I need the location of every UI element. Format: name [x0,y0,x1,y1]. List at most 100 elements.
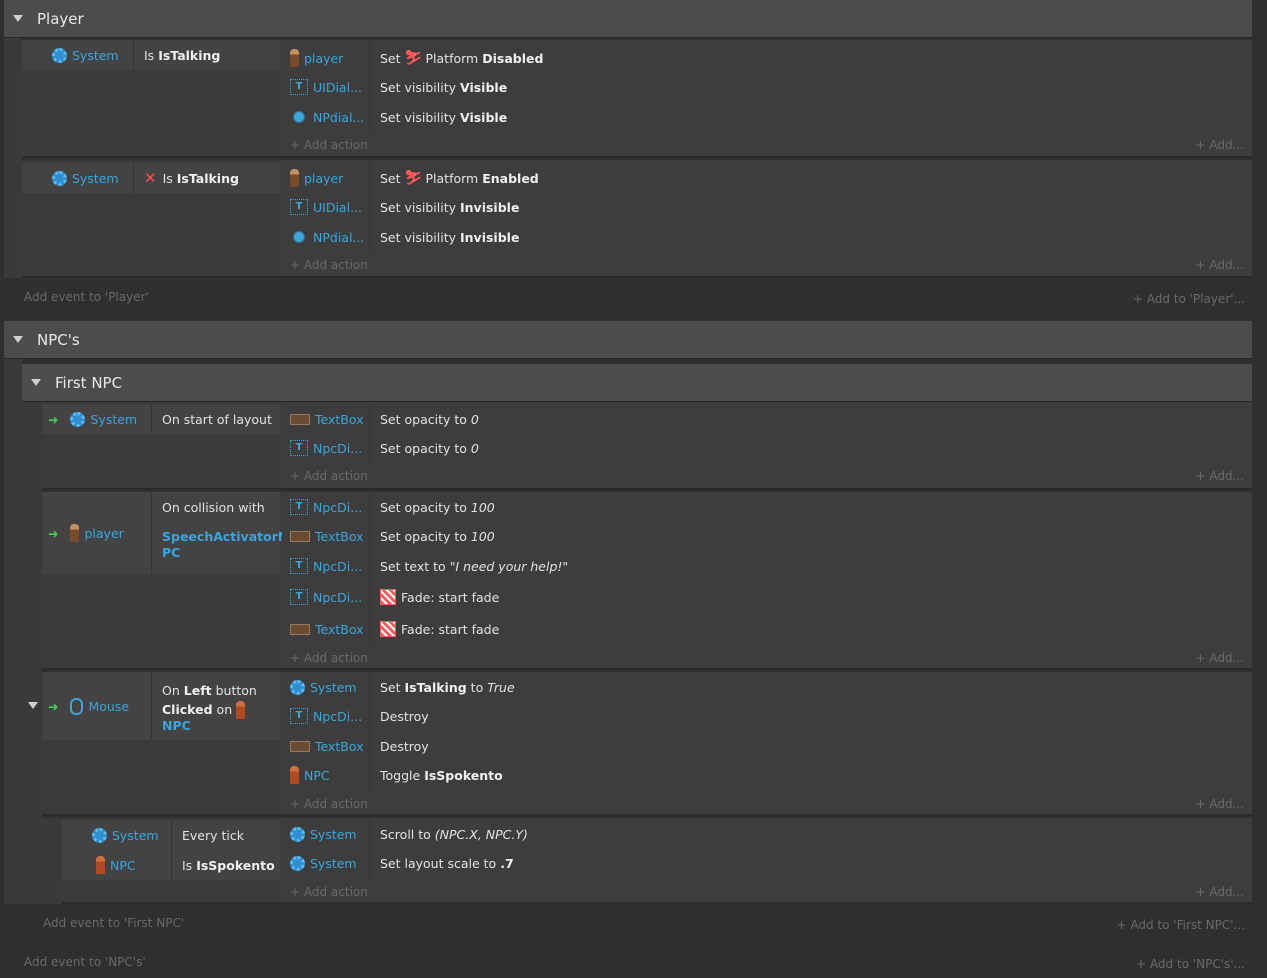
add-action-link[interactable]: + Add action [290,797,368,811]
gear-icon [290,855,305,871]
condition-object[interactable]: NPC [62,850,172,880]
action[interactable]: TextBox Destroy [282,731,1252,761]
text-object-icon: T [290,558,308,574]
condition-object[interactable]: System [62,820,172,850]
action[interactable]: System Set layout scale to .7 [282,848,1252,878]
action[interactable]: T NpcDi... Destroy [282,701,1252,731]
platform-icon: ⛷ [404,50,423,66]
add-event-link[interactable]: Add event to 'Player' [24,290,149,304]
action[interactable]: T UIDial... Set visibility Visible [282,72,1252,102]
action[interactable]: NPdial... Set visibility Visible [282,102,1252,132]
group-header-npcs[interactable]: NPC's [4,321,1252,359]
collapse-arrow-icon[interactable] [13,15,23,22]
add-link[interactable]: + Add... [1195,651,1244,665]
gear-icon [70,411,86,427]
trigger-arrow-icon: ➜ [48,698,59,714]
event-row[interactable]: System ✕ Is IsTalking player Set ⛷ Platfor… [22,160,1252,278]
action[interactable]: System Set IsTalking to True [282,672,1252,702]
collapse-arrow-icon[interactable] [28,702,38,709]
group-title: First NPC [55,373,123,392]
fade-behavior-icon [380,621,396,637]
group-rail [4,359,22,904]
add-event-link[interactable]: Add event to 'First NPC' [43,916,184,930]
condition[interactable]: ➜ System On start of layout [42,404,280,434]
collapse-arrow-icon[interactable] [13,336,23,343]
event-row[interactable]: ➜ System On start of layout TextBox Set … [42,402,1252,490]
action[interactable]: player Set ⛷ Platform Disabled [282,43,1252,73]
player-sprite-icon [70,524,80,542]
textbox-icon [290,623,310,635]
text-object-icon: T [290,440,308,456]
add-link[interactable]: + Add... [1195,469,1244,483]
text-object-icon: T [290,589,308,605]
invert-x-icon: ✕ [144,169,157,187]
add-action-link[interactable]: + Add action [290,138,368,152]
add-link[interactable]: + Add... [1195,797,1244,811]
add-link[interactable]: + Add... [1195,138,1244,152]
add-action-link[interactable]: + Add action [290,651,368,665]
add-action-link[interactable]: + Add action [290,469,368,483]
add-action-link[interactable]: + Add action [290,885,368,899]
condition[interactable]: System ✕ Is IsTalking [22,163,280,193]
action[interactable]: NPC Toggle IsSpokento [282,760,1252,790]
add-to-group-link[interactable]: + Add to 'First NPC'... [1117,918,1245,932]
condition[interactable]: System Every tick [62,820,280,850]
text-object-icon: T [290,79,308,95]
condition[interactable]: NPC Is IsSpokento [62,850,280,880]
event-row[interactable]: ➜ Mouse On Left button Clicked on NPC Sy… [42,672,1252,816]
condition-object[interactable]: System [22,163,134,193]
action[interactable]: System Scroll to (NPC.X, NPC.Y) [282,819,1252,849]
gear-icon [290,826,305,842]
condition-object[interactable]: System [22,40,134,70]
sprite-icon [290,231,308,243]
condition[interactable]: System Is IsTalking [22,40,280,70]
npc-sprite-icon [290,766,299,784]
add-link[interactable]: + Add... [1195,885,1244,899]
gear-icon [290,679,305,695]
condition[interactable]: ➜ player On collision with SpeechActivat… [42,492,288,574]
text-object-icon: T [290,199,308,215]
add-to-group-link[interactable]: + Add to 'NPC's'... [1136,957,1245,971]
textbox-icon [290,530,310,542]
trigger-arrow-icon: ➜ [48,525,59,541]
gear-icon [92,827,107,843]
add-event-link[interactable]: Add event to 'NPC's' [24,955,146,969]
group-rail [4,38,22,278]
action[interactable]: T NpcDi... Set opacity to 100 [282,492,1252,522]
sprite-icon [290,111,308,123]
action[interactable]: T NpcDi... Set opacity to 0 [282,433,1252,463]
condition-object[interactable]: ➜ Mouse [42,672,152,740]
group-title: NPC's [37,330,80,349]
action[interactable]: player Set ⛷ Platform Enabled [282,163,1252,193]
text-object-icon: T [290,499,308,515]
add-to-group-link[interactable]: + Add to 'Player'... [1133,292,1245,306]
condition[interactable]: ➜ Mouse On Left button Clicked on NPC [42,672,280,740]
group-header-player[interactable]: Player [4,0,1252,38]
action[interactable]: TextBox Fade: start fade [282,614,1252,644]
action[interactable]: NPdial... Set visibility Invisible [282,222,1252,252]
text-object-icon: T [290,708,308,724]
action[interactable]: T UIDial... Set visibility Invisible [282,192,1252,222]
event-row[interactable]: System Every tick NPC Is IsSpokento Syst… [62,818,1252,904]
player-sprite-icon [290,49,299,67]
textbox-icon [290,413,310,425]
platform-icon: ⛷ [404,170,423,186]
gear-icon [52,47,67,63]
action[interactable]: TextBox Set opacity to 0 [282,404,1252,434]
group-header-first-npc[interactable]: First NPC [22,364,1252,402]
action[interactable]: T NpcDi... Fade: start fade [282,582,1252,612]
npc-sprite-icon [236,701,246,720]
group-title: Player [37,9,84,28]
sub-event-rail [42,818,62,904]
add-action-link[interactable]: + Add action [290,258,368,272]
action[interactable]: TextBox Set opacity to 100 [282,521,1252,551]
action[interactable]: T NpcDi... Set text to "I need your help!… [282,551,1252,581]
event-row[interactable]: System Is IsTalking player Set ⛷ Platform… [22,40,1252,158]
trigger-arrow-icon: ➜ [48,411,59,427]
event-row[interactable]: ➜ player On collision with SpeechActivat… [42,492,1252,670]
collapse-arrow-icon[interactable] [31,379,41,386]
mouse-icon [70,697,84,715]
condition-object[interactable]: ➜ System [42,404,152,434]
condition-object[interactable]: ➜ player [42,492,152,574]
add-link[interactable]: + Add... [1195,258,1244,272]
